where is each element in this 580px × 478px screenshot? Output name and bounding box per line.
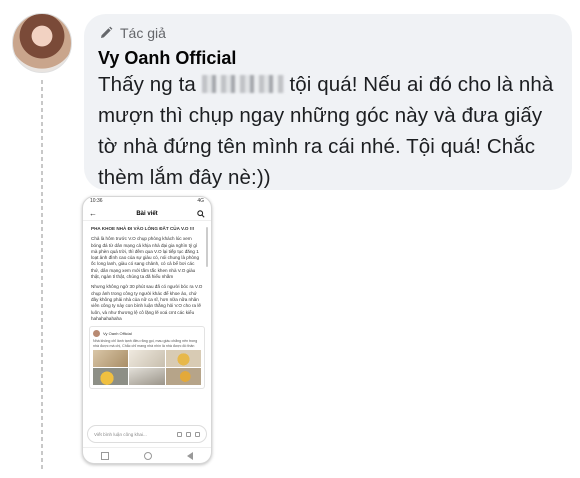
author-badge: Tác giả <box>98 22 556 44</box>
status-signal: 4G <box>197 198 204 204</box>
comment-bubble: Tác giả Vy Oanh Official Thấy ng ta tội … <box>84 14 572 190</box>
photo-thumbnail <box>93 350 129 368</box>
attached-screenshot[interactable]: 10:36 4G ← Bài viết PHA KHOE NHÀ ĐI VÀO … <box>82 196 212 464</box>
embedded-avatar <box>93 330 100 338</box>
back-arrow-icon: ← <box>89 209 97 218</box>
embedded-post-header: Vy Oanh Official <box>93 330 201 338</box>
pencil-badge-icon <box>101 26 113 38</box>
post-headline: PHA KHOE NHÀ ĐI VÀO LÒNG ĐẤT CỦA V.O !!! <box>91 226 195 231</box>
phone-nav-bar <box>83 447 211 463</box>
search-icon <box>197 209 205 218</box>
badge-label: Tác giả <box>120 25 166 41</box>
blurred-text <box>201 75 284 93</box>
comment-text: Thấy ng ta tội quá! Nếu ai đó cho là nhà… <box>98 69 556 193</box>
comment-input: Viết bình luận công khai... <box>87 425 207 443</box>
avatar[interactable] <box>12 13 72 73</box>
phone-status-bar: 10:36 4G <box>83 197 211 207</box>
back-nav-icon <box>187 451 194 460</box>
photo-thumbnail <box>165 368 201 386</box>
recent-apps-icon <box>100 451 109 460</box>
photo-thumbnail <box>129 350 165 368</box>
post-paragraph: Chả là hôm trước V.O chụp phòng khách lú… <box>91 236 200 280</box>
photo-thumbnail <box>165 350 201 368</box>
photo-thumbnail <box>129 368 165 386</box>
post-body: PHA KHOE NHÀ ĐI VÀO LÒNG ĐẤT CỦA V.O !!!… <box>83 221 211 322</box>
comment-text-start: Thấy ng ta <box>98 73 196 96</box>
post-scrollbar <box>206 227 208 267</box>
gif-icon <box>186 431 191 437</box>
comment-input-placeholder: Viết bình luận công khai... <box>94 431 147 437</box>
embedded-photo-grid <box>93 350 201 386</box>
phone-header-title: Bài viết <box>136 210 158 217</box>
status-time: 10:36 <box>90 198 103 204</box>
photo-thumbnail <box>93 368 129 386</box>
post-paragraph: Nhưng không ngờ 30 phút sau đã có người … <box>91 284 203 321</box>
embedded-author: Vy Oanh Official <box>103 331 132 337</box>
embedded-post-text: Nhà không chỉ lành tạnh điều rằng gọi, m… <box>93 339 198 348</box>
sticker-icon <box>195 431 200 437</box>
home-icon <box>143 451 152 460</box>
author-name[interactable]: Vy Oanh Official <box>98 48 556 69</box>
camera-icon <box>177 431 182 437</box>
embedded-post-card: Vy Oanh Official Nhà không chỉ lành tạnh… <box>89 326 205 390</box>
thread-line <box>41 80 43 472</box>
phone-header: ← Bài viết <box>83 207 211 221</box>
